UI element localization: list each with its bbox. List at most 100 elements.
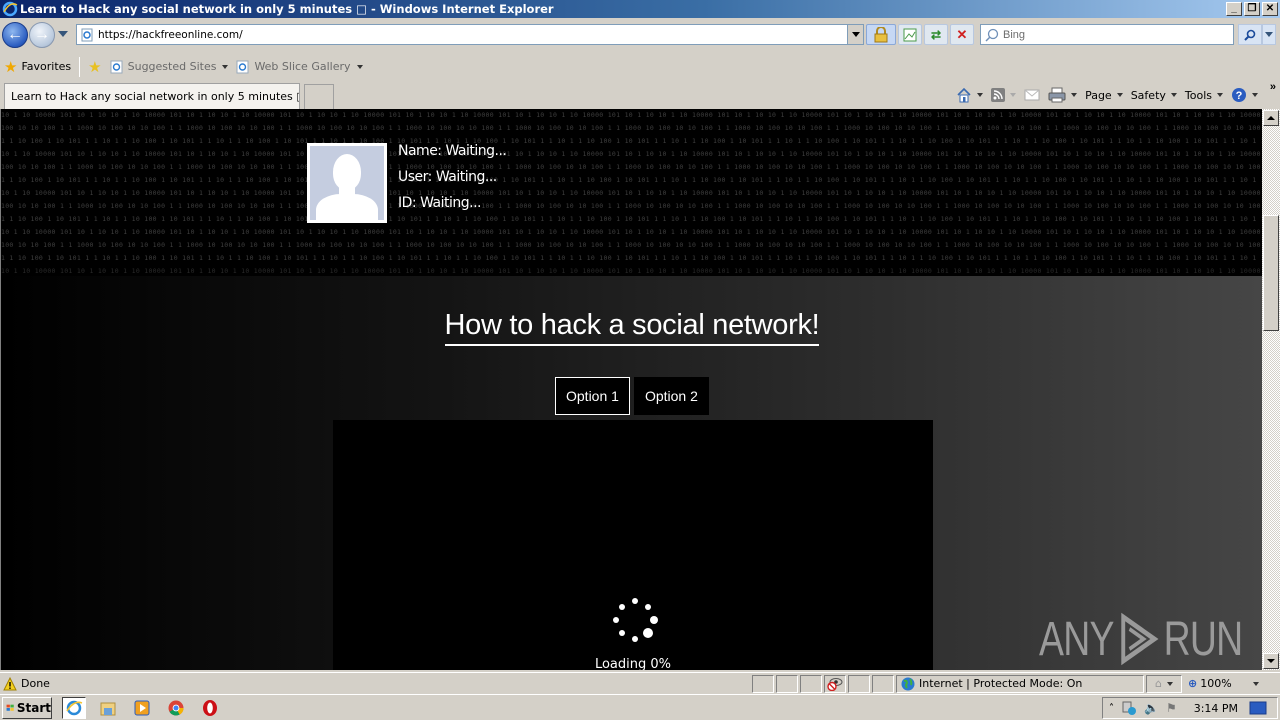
page-menu-button[interactable]: Page (1085, 89, 1123, 102)
binary-row: 10 1 10 10000 101 10 1 10 10 1 10 10000 … (1, 189, 1261, 197)
ie-logo-icon (2, 1, 18, 17)
page-viewport: 10 1 10 10000 101 10 1 10 10 1 10 10000 … (0, 109, 1262, 670)
star-icon: ★ (4, 57, 18, 76)
search-icon (985, 28, 999, 42)
status-text: Done (21, 677, 50, 690)
start-label: Start (16, 700, 51, 715)
close-window-button[interactable]: ✕ (1262, 2, 1278, 16)
chevron-down-icon (356, 64, 363, 69)
protected-mode-icon: ⌂ (1155, 677, 1162, 690)
forward-button[interactable]: → (29, 22, 55, 48)
binary-row: 100 10 10 100 1 1 1000 10 100 10 10 100 … (1, 241, 1261, 249)
system-tray: ˄ 🔈 ⚑ 3:14 PM (1102, 697, 1278, 719)
home-button[interactable] (956, 87, 984, 103)
tools-menu-label: Tools (1184, 88, 1212, 102)
opera-icon (203, 699, 217, 716)
chevron-down-icon (977, 93, 984, 97)
favorites-label: Favorites (21, 60, 72, 73)
chevron-down-icon (1217, 93, 1223, 97)
search-go-button[interactable] (1238, 24, 1262, 45)
url-input[interactable]: https://hackfreeonline.com/ (98, 29, 847, 41)
help-button[interactable]: ? (1231, 87, 1258, 103)
taskbar-internet-explorer[interactable] (62, 696, 86, 719)
binary-row: 10 1 10 10000 101 10 1 10 10 1 10 10000 … (1, 150, 1261, 158)
refresh-icon: ⇄ (930, 27, 942, 42)
stop-button[interactable]: ✕ (950, 24, 974, 45)
search-box[interactable]: Bing (980, 24, 1234, 45)
mail-icon (1024, 89, 1040, 101)
taskbar-chrome[interactable] (164, 697, 188, 719)
address-dropdown-button[interactable] (847, 25, 863, 44)
status-main: Done (0, 676, 752, 691)
status-bar: Done Internet | Protected Mode: On ⌂ ⊕ 1… (0, 672, 1280, 694)
windows-logo-icon (6, 704, 14, 711)
internet-explorer-icon (66, 700, 83, 715)
start-button[interactable]: Start (2, 696, 52, 719)
spinner-dot (643, 628, 654, 639)
compatibility-view-button[interactable] (898, 24, 922, 45)
minimize-button[interactable]: _ (1226, 2, 1242, 16)
address-bar[interactable]: https://hackfreeonline.com/ (76, 24, 864, 45)
zoom-level-button[interactable]: ⊕ 100% (1184, 677, 1259, 690)
print-button[interactable] (1048, 87, 1078, 103)
scrollbar-thumb[interactable] (1263, 215, 1279, 331)
restore-button[interactable]: ❐ (1244, 2, 1260, 16)
show-hidden-icons-button[interactable]: ˄ (1109, 703, 1114, 714)
status-cell (752, 674, 774, 693)
add-to-favorites-bar-button[interactable]: ★ (84, 58, 105, 76)
tab-active[interactable]: Learn to Hack any social network in only… (4, 83, 300, 109)
chevron-down-icon (1166, 681, 1173, 686)
spinner-dot (632, 636, 638, 642)
action-center-flag-icon[interactable]: ⚑ (1166, 701, 1177, 715)
forward-arrow-icon: → (34, 26, 50, 43)
feeds-button[interactable] (991, 88, 1017, 102)
option-1-button[interactable]: Option 1 (555, 377, 630, 415)
page-menu-label: Page (1085, 88, 1112, 102)
web-slice-gallery-link[interactable]: Web Slice Gallery (232, 60, 366, 74)
vertical-scrollbar[interactable] (1262, 109, 1280, 670)
taskbar-opera[interactable] (198, 697, 222, 719)
more-commands-button[interactable]: » (1270, 81, 1276, 93)
taskbar-file-explorer[interactable] (96, 697, 120, 719)
privacy-report-button[interactable] (824, 674, 846, 693)
search-options-button[interactable] (1262, 24, 1276, 45)
refresh-button[interactable]: ⇄ (924, 24, 948, 45)
scroll-down-button[interactable] (1263, 653, 1279, 669)
new-tab-button[interactable] (304, 84, 334, 109)
page-icon (81, 28, 93, 41)
scroll-up-button[interactable] (1263, 110, 1279, 126)
option-2-button[interactable]: Option 2 (633, 377, 709, 415)
spinner-dot (632, 598, 638, 604)
protected-mode-button[interactable]: ⌂ (1146, 674, 1182, 693)
chevron-down-icon (1265, 32, 1273, 37)
show-desktop-icon[interactable] (1249, 701, 1267, 715)
binary-row: 1 1 10 100 1 10 101 1 1 10 1 1 10 100 1 … (1, 137, 1262, 145)
back-button[interactable]: ← (2, 22, 28, 48)
binary-row: 10 1 10 10000 101 10 1 10 10 1 10 10000 … (1, 228, 1261, 236)
read-mail-button[interactable] (1024, 89, 1040, 101)
content-panel: Loading 0% (333, 420, 933, 670)
media-player-icon (134, 700, 150, 715)
play-logo-icon (1121, 612, 1159, 666)
ie-page-icon (236, 60, 249, 73)
lock-icon (874, 26, 888, 42)
history-dropdown-button[interactable] (58, 31, 68, 37)
binary-row: 10 1 10 10000 101 10 1 10 10 1 10 10000 … (1, 267, 1261, 275)
privacy-eye-icon (827, 677, 843, 691)
network-icon[interactable] (1121, 700, 1137, 716)
security-lock-button[interactable] (866, 24, 896, 45)
search-input[interactable]: Bing (1003, 29, 1025, 41)
safety-menu-button[interactable]: Safety (1131, 89, 1177, 102)
favorites-button[interactable]: ★ Favorites (0, 58, 75, 76)
spinner-dot (650, 616, 658, 624)
zoom-level: 100% (1200, 677, 1232, 690)
loading-text: Loading 0% (594, 657, 672, 670)
security-zone[interactable]: Internet | Protected Mode: On (896, 674, 1144, 693)
volume-icon[interactable]: 🔈 (1144, 701, 1159, 715)
back-arrow-icon: ← (7, 26, 23, 43)
suggested-sites-link[interactable]: Suggested Sites (106, 60, 233, 74)
tools-menu-button[interactable]: Tools (1185, 89, 1223, 102)
command-bar: Page Safety Tools ? (956, 85, 1272, 105)
taskbar-media-player[interactable] (130, 697, 154, 719)
clock[interactable]: 3:14 PM (1194, 702, 1238, 715)
